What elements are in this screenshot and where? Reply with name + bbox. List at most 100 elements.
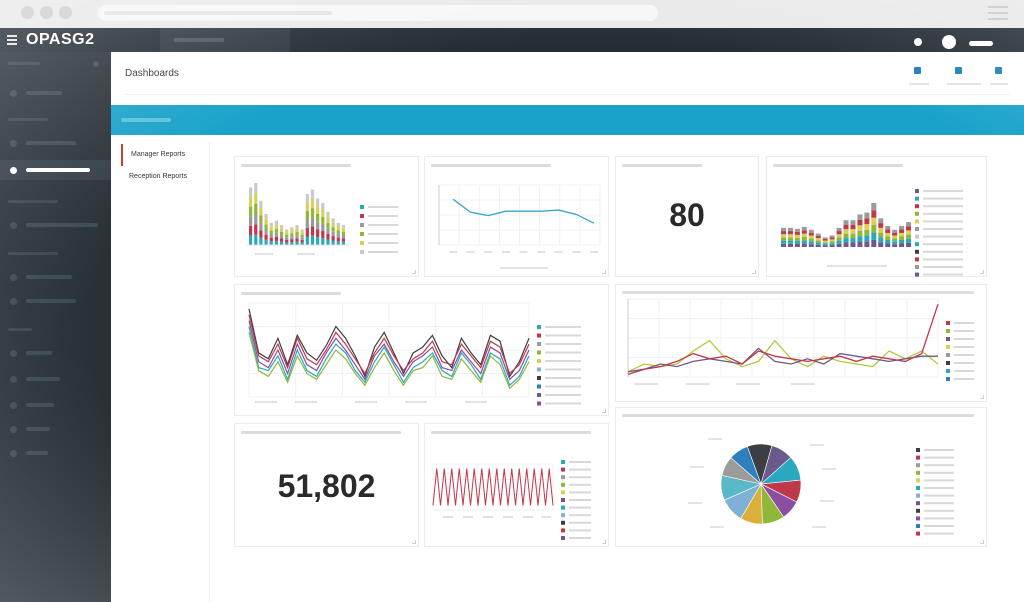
bar-segment: [259, 222, 263, 231]
widget-kpi-51802[interactable]: 51,802: [234, 423, 419, 547]
sidebar-item[interactable]: [26, 377, 60, 381]
sidebar-section-header: [8, 328, 32, 331]
widget-multi-line-chart[interactable]: [234, 284, 609, 416]
sidebar-item-icon[interactable]: [10, 90, 17, 97]
slice-label: [810, 444, 824, 446]
notification-icon[interactable]: [914, 38, 922, 46]
bar-segment: [892, 244, 898, 247]
bar-segment: [300, 237, 304, 240]
sidebar-item-icon[interactable]: [10, 140, 17, 147]
widget-line-chart[interactable]: [424, 156, 609, 277]
bar-segment: [836, 237, 842, 241]
bar-segment: [871, 232, 877, 240]
bar-segment: [326, 233, 330, 240]
legend-swatch: [360, 250, 364, 254]
widget-pie-chart[interactable]: [615, 407, 987, 547]
sidebar-item-icon[interactable]: [10, 350, 17, 357]
bar-segment: [264, 234, 268, 240]
legend-swatch: [915, 196, 919, 201]
bar-segment: [341, 225, 346, 229]
legend-swatch: [537, 342, 541, 346]
sidebar-item[interactable]: [26, 141, 76, 145]
resize-handle[interactable]: [980, 395, 984, 399]
x-tick-label: [255, 253, 273, 255]
resize-handle[interactable]: [412, 540, 416, 544]
legend-label: [923, 235, 963, 238]
bar-segment: [794, 231, 800, 235]
bar-segment: [300, 232, 304, 235]
sidebar-item-active[interactable]: [0, 160, 111, 180]
legend-swatch: [360, 241, 364, 245]
sidebar-item-icon[interactable]: [10, 298, 17, 305]
bar-segment: [290, 230, 294, 234]
x-tick-label: [519, 251, 528, 253]
widget-multi-line-chart-right[interactable]: [615, 284, 987, 402]
widget-zigzag-chart[interactable]: [424, 423, 609, 547]
window-minimize-icon[interactable]: [40, 6, 53, 19]
sidebar-item-icon[interactable]: [10, 222, 17, 229]
bar-segment: [781, 234, 786, 238]
sidebar-item[interactable]: [26, 451, 48, 455]
bar-segment: [269, 241, 273, 245]
legend-label: [923, 243, 963, 246]
sidebar-item[interactable]: [26, 91, 62, 95]
line-chart: [432, 460, 591, 540]
sidebar-item-icon[interactable]: [10, 274, 17, 281]
bar-segment: [850, 229, 856, 234]
sidebar-item[interactable]: [26, 299, 76, 303]
widget-stacked-bar-small[interactable]: [234, 156, 419, 277]
header-tab[interactable]: [160, 28, 290, 52]
legend-swatch: [915, 257, 919, 262]
bar-segment: [279, 235, 284, 239]
sidebar-item-icon[interactable]: [10, 376, 17, 383]
sidebar-item-icon[interactable]: [10, 402, 17, 409]
sidebar-item[interactable]: [26, 427, 50, 431]
legend-label: [924, 494, 954, 497]
resize-handle[interactable]: [980, 270, 984, 274]
sidebar-item-icon[interactable]: [10, 450, 17, 457]
bar-segment: [274, 228, 278, 233]
legend-swatch: [561, 482, 565, 487]
window-maximize-icon[interactable]: [59, 6, 72, 19]
sidebar-item[interactable]: [26, 275, 72, 279]
sidebar-item[interactable]: [26, 403, 54, 407]
bar-segment: [885, 236, 891, 240]
sidebar-item[interactable]: [26, 351, 52, 355]
bar-segment: [801, 226, 807, 231]
bar-segment: [885, 229, 891, 233]
resize-handle[interactable]: [980, 540, 984, 544]
resize-handle[interactable]: [602, 409, 606, 413]
app-logo[interactable]: OPASG2: [26, 31, 95, 49]
resize-handle[interactable]: [602, 540, 606, 544]
user-avatar-icon[interactable]: [942, 35, 956, 49]
sidebar-collapse-icon[interactable]: [93, 61, 99, 67]
legend-label: [368, 233, 398, 235]
bar-segment: [836, 231, 842, 235]
bar-segment: [274, 240, 278, 245]
resize-handle[interactable]: [752, 270, 756, 274]
legend-label: [923, 250, 963, 253]
resize-handle[interactable]: [602, 270, 606, 274]
bar-segment: [850, 224, 856, 230]
widget-stacked-bar-medium[interactable]: [766, 156, 987, 277]
user-menu[interactable]: [969, 41, 993, 46]
legend-label: [569, 521, 591, 524]
hamburger-icon[interactable]: [7, 35, 17, 45]
sidebar-item[interactable]: [26, 223, 98, 227]
widget-kpi-80[interactable]: 80: [615, 156, 759, 277]
bar-segment: [249, 197, 253, 207]
legend-swatch: [915, 265, 919, 269]
legend-label: [954, 370, 974, 372]
bar-segment: [326, 217, 330, 223]
window-close-icon[interactable]: [21, 6, 34, 19]
sidebar-item-icon: [10, 167, 17, 174]
legend-swatch: [916, 501, 920, 506]
address-bar[interactable]: [98, 5, 658, 21]
bar-segment: [305, 228, 309, 237]
bar-segment: [801, 243, 807, 247]
legend-label: [545, 351, 581, 354]
bar-segment: [321, 230, 325, 238]
browser-menu-icon[interactable]: [988, 6, 1008, 22]
resize-handle[interactable]: [412, 270, 416, 274]
sidebar-item-icon[interactable]: [10, 426, 17, 433]
